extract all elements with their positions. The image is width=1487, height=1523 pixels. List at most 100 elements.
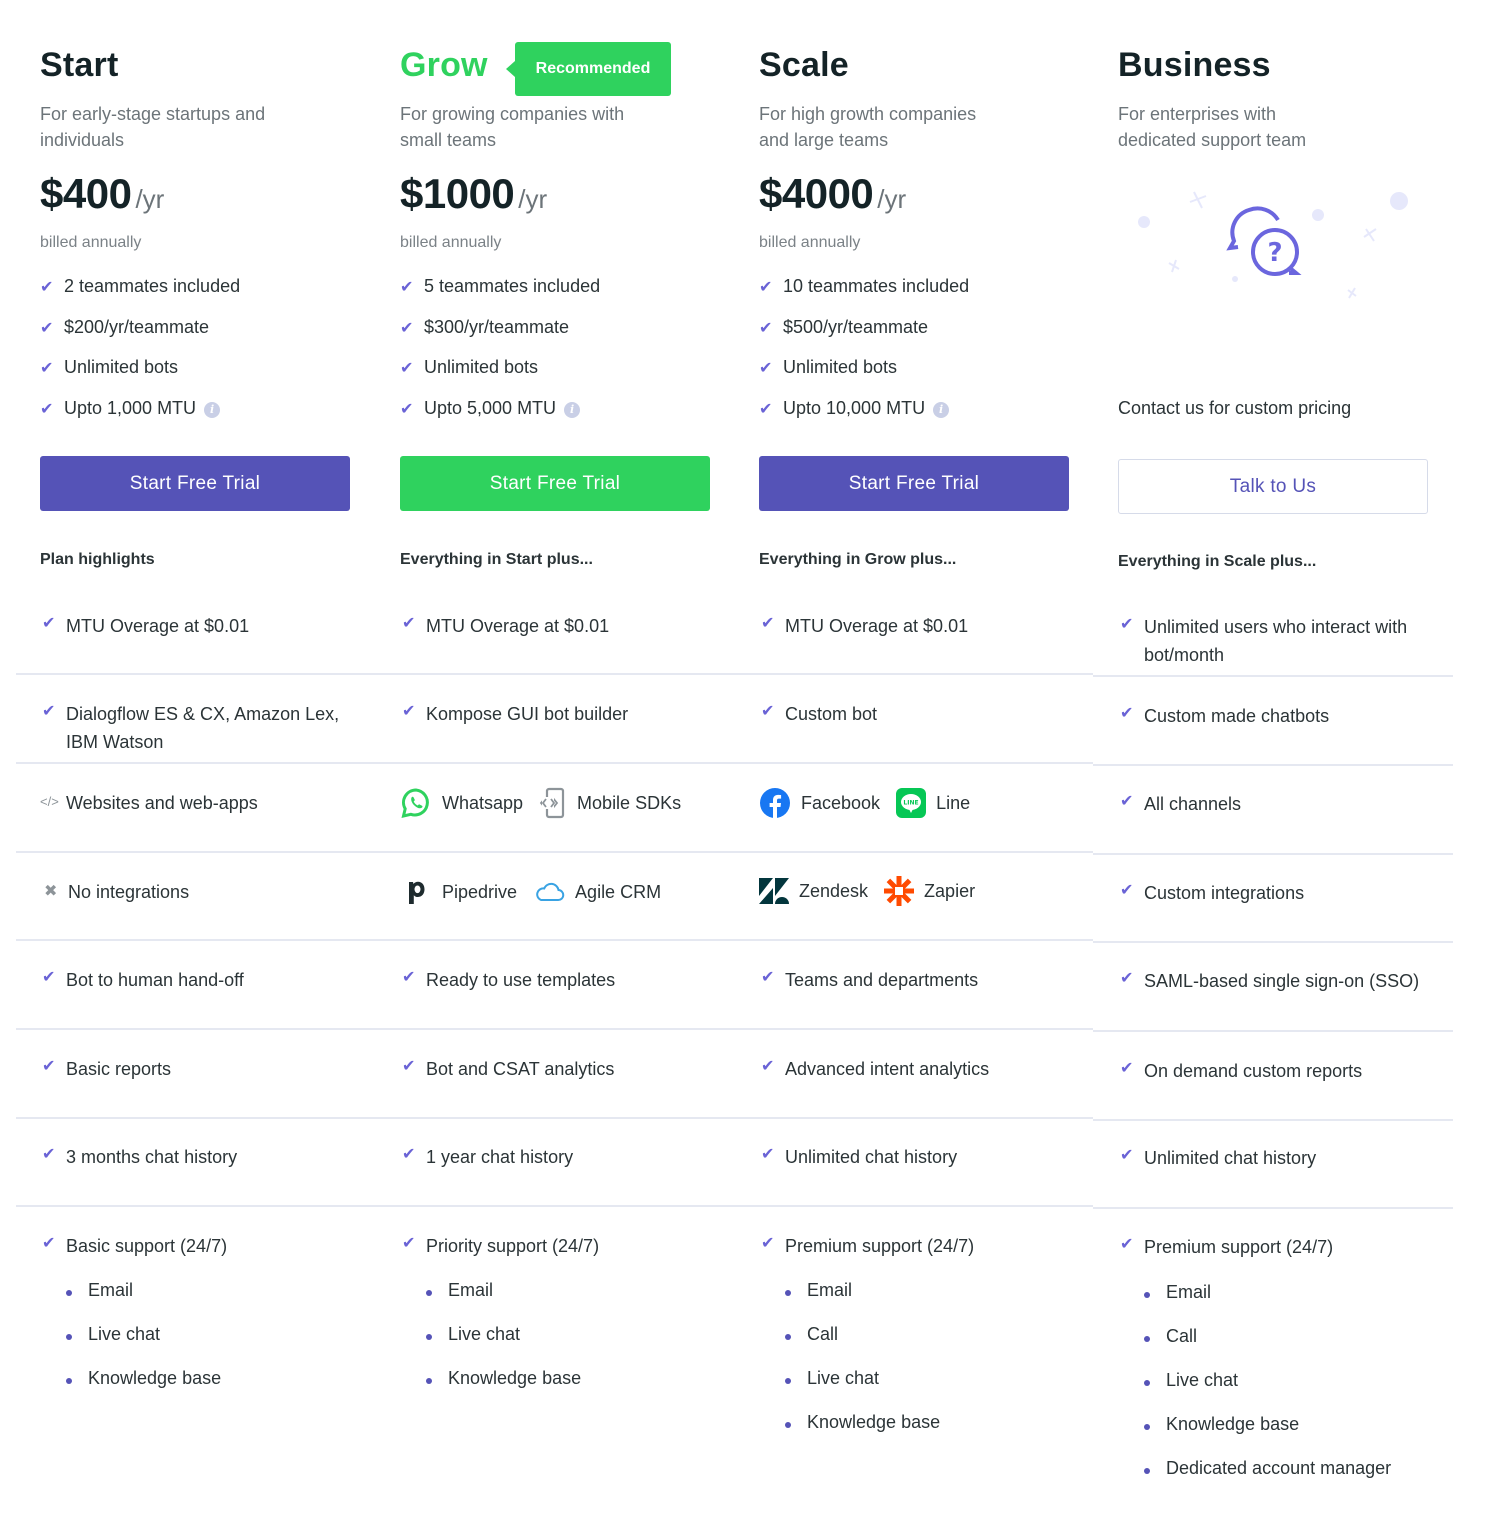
check-icon: ✔ (761, 1235, 775, 1252)
support-channel-item: Email (66, 1280, 221, 1324)
price-period: /yr (135, 184, 165, 214)
plan-title: Business (1118, 46, 1271, 84)
plan-description: For growing companies with small teams (400, 104, 625, 150)
check-icon: ✔ (1120, 882, 1134, 899)
talk-to-us-button[interactable]: Talk to Us (1118, 459, 1428, 514)
feature-item: ✔ Basic support (24/7) (40, 1232, 380, 1260)
check-icon: ✔ (761, 1146, 775, 1163)
feature-item: </> Websites and web-apps (40, 789, 380, 817)
row-divider (1093, 1119, 1453, 1121)
info-icon[interactable]: i (204, 402, 221, 419)
price-amount: $1000 (400, 170, 515, 217)
info-icon[interactable]: i (933, 402, 950, 419)
channel-list: Facebook LINE Line (759, 787, 1099, 819)
support-channel-item: Knowledge base (426, 1368, 581, 1412)
bullet-icon (1144, 1336, 1150, 1342)
bullet-icon (785, 1290, 791, 1296)
bullet-icon (1144, 1424, 1150, 1430)
row-divider (1093, 1207, 1453, 1209)
feature-item: ✔ Kompose GUI bot builder (400, 700, 740, 728)
check-icon: ✔ (1120, 793, 1134, 810)
line-icon: LINE (896, 788, 927, 818)
billing-note: billed annually (759, 234, 861, 251)
integration-list: Zendesk Zapier (759, 876, 1099, 906)
check-icon: ✔ (1120, 970, 1134, 987)
feature-item: ✔ MTU Overage at $0.01 (400, 612, 740, 640)
check-icon: ✔ (400, 360, 414, 378)
feature-item: ✔ On demand custom reports (1118, 1057, 1458, 1085)
row-divider (1093, 853, 1453, 855)
check-icon: ✔ (42, 969, 56, 986)
recommended-badge: Recommended (506, 42, 671, 96)
plan-price: $400/yr (40, 170, 164, 218)
feature-item: ✔ Priority support (24/7) (400, 1232, 740, 1260)
feature-item: ✔ Unlimited chat history (1118, 1144, 1458, 1172)
chat-question-icon (1226, 206, 1302, 276)
bullet-icon (1144, 1380, 1150, 1386)
row-divider (1093, 675, 1453, 677)
plan-title: Start (40, 46, 119, 84)
support-channel-list: Email Live chat Knowledge base (66, 1280, 221, 1412)
bullet-icon (426, 1378, 432, 1384)
check-icon: ✔ (759, 279, 773, 296)
integration-list: Pipedrive Agile CRM (400, 876, 740, 908)
whatsapp-icon (401, 788, 429, 819)
zapier-icon (884, 876, 915, 906)
feature-item: ✔ Unlimited users who interact with bot/m… (1118, 613, 1448, 669)
support-channel-item: Knowledge base (66, 1368, 221, 1412)
feature-item: ✔ Premium support (24/7) (1118, 1233, 1458, 1261)
custom-pricing-note: Contact us for custom pricing (1118, 398, 1352, 418)
bullet-icon (66, 1378, 72, 1384)
x-icon: ✖ (44, 883, 58, 900)
plan-price: $1000/yr (400, 170, 547, 218)
check-icon: ✔ (761, 703, 775, 720)
included-list: ✔ 2 teammates included ✔ $200/yr/teammate … (40, 276, 370, 439)
start-free-trial-button[interactable]: Start Free Trial (40, 456, 350, 511)
check-icon: ✔ (42, 615, 56, 632)
check-icon: ✔ (402, 1058, 416, 1075)
support-channel-item: Live chat (66, 1324, 221, 1368)
check-icon: ✔ (400, 279, 414, 296)
bullet-icon (785, 1378, 791, 1384)
row-divider (1093, 764, 1453, 766)
support-channel-item: Email (1144, 1282, 1391, 1326)
check-icon: ✔ (40, 319, 54, 337)
feature-item: ✔ Basic reports (40, 1055, 380, 1083)
check-icon: ✔ (40, 360, 54, 378)
row-divider (1093, 1030, 1453, 1032)
highlights-heading: Everything in Start plus... (400, 551, 593, 568)
start-free-trial-button[interactable]: Start Free Trial (759, 456, 1069, 511)
price-amount: $400 (40, 170, 132, 217)
row-divider (16, 851, 1093, 853)
check-icon: ✔ (759, 319, 773, 337)
check-icon: ✔ (1120, 616, 1134, 633)
row-divider (16, 1205, 1093, 1207)
check-icon: ✔ (402, 703, 416, 720)
check-icon: ✔ (761, 615, 775, 632)
channel-facebook: Facebook (759, 787, 880, 819)
billing-note: billed annually (400, 234, 502, 251)
check-icon: ✔ (400, 319, 414, 337)
info-icon[interactable]: i (564, 402, 581, 419)
feature-item: ✔ Custom integrations (1118, 879, 1458, 907)
plan-title: Scale (759, 46, 849, 84)
included-item: ✔ $300/yr/teammate (400, 317, 730, 358)
facebook-icon (760, 788, 790, 818)
start-free-trial-button[interactable]: Start Free Trial (400, 456, 710, 511)
channel-line: LINE Line (896, 788, 970, 818)
check-icon: ✔ (42, 1146, 56, 1163)
integration-pipedrive: Pipedrive (400, 876, 517, 908)
check-icon: ✔ (761, 1058, 775, 1075)
integration-agile-crm: Agile CRM (533, 876, 661, 908)
plan-description: For enterprises with dedicated support t… (1118, 104, 1307, 150)
billing-note: billed annually (40, 234, 142, 251)
check-icon: ✔ (1120, 1236, 1134, 1253)
feature-item: ✔ SAML-based single sign-on (SSO) (1118, 967, 1463, 995)
check-icon: ✔ (1120, 1147, 1134, 1164)
pipedrive-icon (409, 881, 425, 904)
feature-item: ✔ 3 months chat history (40, 1143, 380, 1171)
check-icon: ✔ (761, 969, 775, 986)
feature-item: ✔ 1 year chat history (400, 1143, 740, 1171)
support-channel-list: Email Call Live chat Knowledge base Dedi… (1144, 1282, 1391, 1502)
bullet-icon (1144, 1292, 1150, 1298)
